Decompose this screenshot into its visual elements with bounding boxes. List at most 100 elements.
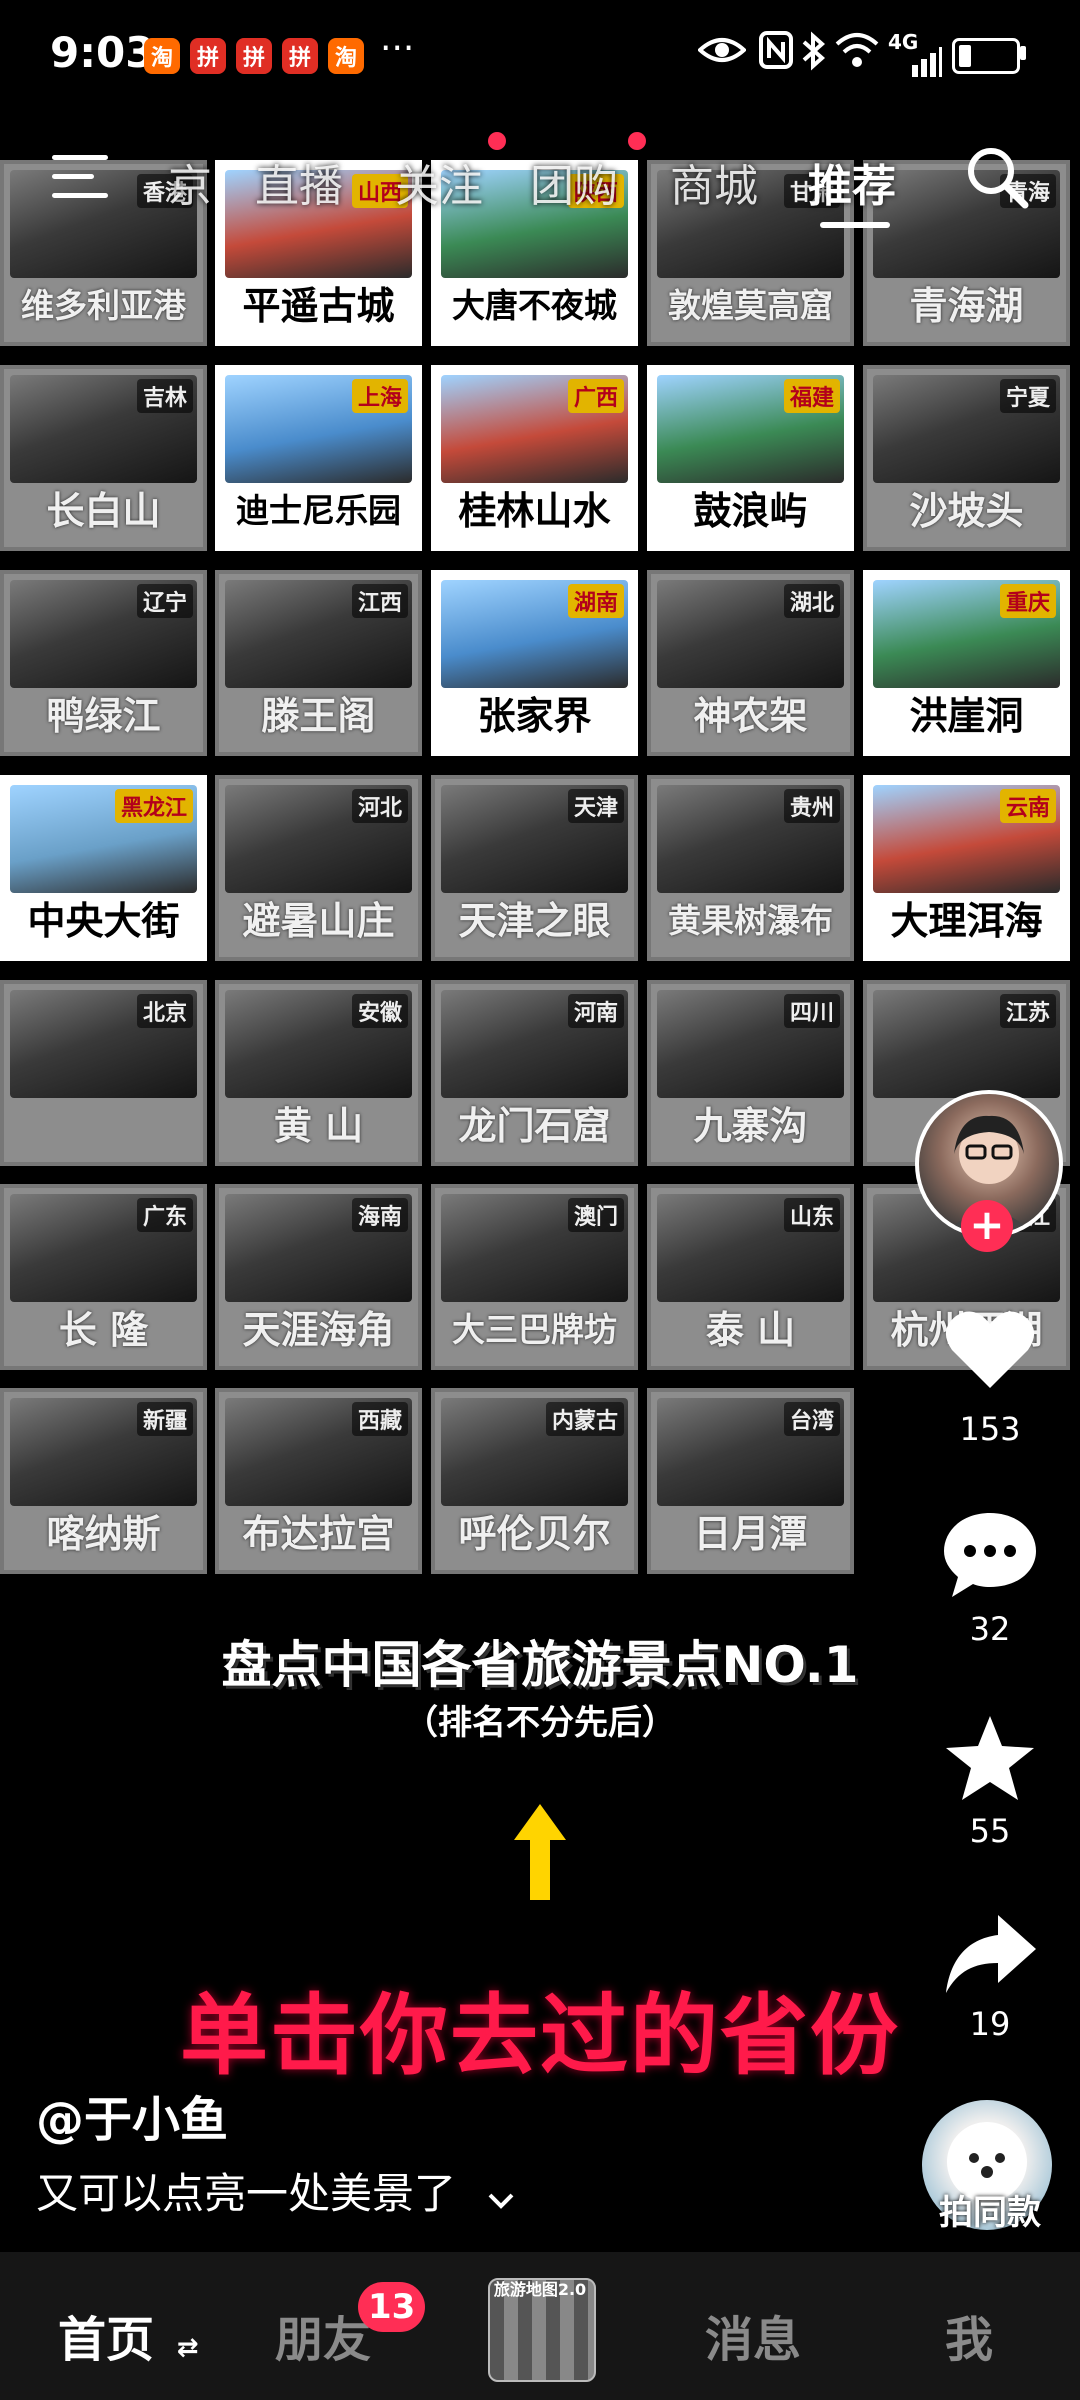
tab-jing[interactable]: 京 bbox=[168, 150, 212, 214]
scenic-spot-tile[interactable]: 广西 桂林山水 bbox=[431, 365, 638, 551]
scenic-spot-name: 滕王阁 bbox=[261, 694, 376, 738]
scenic-spot-name: 布达拉宫 bbox=[242, 1512, 395, 1556]
scenic-spot-tile[interactable]: 上海迪士尼乐园 bbox=[215, 365, 422, 551]
scenic-spot-tile[interactable]: 重庆 洪崖洞 bbox=[863, 570, 1070, 756]
scenic-spot-name: 长白山 bbox=[46, 489, 161, 533]
menu-icon[interactable] bbox=[52, 155, 108, 199]
scenic-spot-tile[interactable]: 新疆 喀纳斯 bbox=[0, 1388, 207, 1574]
nav-messages[interactable]: 消息 bbox=[705, 2300, 801, 2370]
scenic-spot-tile[interactable]: 海南 天涯海角 bbox=[215, 1184, 422, 1370]
scenic-spot-name bbox=[4, 1096, 203, 1156]
scenic-spot-name: 泰 山 bbox=[705, 1308, 796, 1352]
province-badge: 上海 bbox=[351, 379, 408, 413]
scenic-spot-tile[interactable]: 北京 bbox=[0, 980, 207, 1166]
search-icon[interactable] bbox=[965, 145, 1029, 209]
expand-chevron-icon[interactable] bbox=[487, 2172, 515, 2221]
follow-button[interactable]: + bbox=[961, 1200, 1013, 1252]
scenic-spot-name: 平遥古城 bbox=[242, 284, 395, 328]
video-subtitle-caption: （排名不分先后） bbox=[404, 1703, 676, 1743]
tab-mall[interactable]: 商城 bbox=[670, 150, 758, 214]
video-description-text: 又可以点亮一处美景了 bbox=[36, 2169, 457, 2218]
scenic-spot-name: 天涯海角 bbox=[242, 1308, 395, 1352]
province-badge: 内蒙古 bbox=[545, 1402, 624, 1436]
favorite-star-icon[interactable] bbox=[940, 1710, 1040, 1810]
switch-arrows-icon: ⇄ bbox=[176, 2333, 199, 2363]
scenic-spot-name: 大理洱海 bbox=[890, 899, 1043, 943]
scenic-spot-name: 青海湖 bbox=[909, 284, 1024, 328]
scenic-spot-name: 鸭绿江 bbox=[46, 694, 161, 738]
scenic-spot-tile[interactable]: 河南 龙门石窟 bbox=[431, 980, 638, 1166]
scenic-spot-tile[interactable]: 西藏布达拉宫 bbox=[215, 1388, 422, 1574]
scenic-spot-name: 沙坡头 bbox=[909, 489, 1024, 533]
scenic-spot-name: 迪士尼乐园 bbox=[236, 491, 401, 530]
province-badge: 吉林 bbox=[136, 379, 193, 413]
province-badge: 湖南 bbox=[567, 584, 624, 618]
tab-recommend[interactable]: 推荐 bbox=[808, 150, 896, 214]
scenic-spot-name: 九寨沟 bbox=[693, 1104, 808, 1148]
scenic-spot-name: 洪崖洞 bbox=[909, 694, 1024, 738]
share-icon[interactable] bbox=[940, 1905, 1040, 2005]
scenic-spot-tile[interactable]: 江西滕王阁 bbox=[215, 570, 422, 756]
eye-icon bbox=[697, 30, 747, 79]
scenic-spot-name: 大唐不夜城 bbox=[452, 286, 617, 325]
tab-live[interactable]: 直播 bbox=[255, 150, 343, 214]
province-badge: 西藏 bbox=[351, 1402, 408, 1436]
notification-app-icon: 淘 bbox=[328, 38, 364, 74]
scenic-spot-tile[interactable]: 云南大理洱海 bbox=[863, 775, 1070, 961]
author-name[interactable]: @于小鱼 bbox=[36, 2080, 228, 2150]
nav-home-label: 首页 bbox=[58, 2312, 155, 2368]
center-thumbnail-title: 旅游地图2.0 bbox=[493, 2280, 587, 2299]
nav-home[interactable]: 首页 ⇄ bbox=[58, 2300, 199, 2370]
province-badge: 山东 bbox=[783, 1198, 840, 1232]
province-badge: 云南 bbox=[999, 789, 1056, 823]
province-badge: 宁夏 bbox=[999, 379, 1056, 413]
province-badge: 江西 bbox=[351, 584, 408, 618]
province-badge: 北京 bbox=[136, 994, 193, 1028]
same-style-label[interactable]: 拍同款 bbox=[915, 2185, 1065, 2234]
nav-friends[interactable]: 朋友 bbox=[275, 2300, 371, 2370]
scenic-spot-name: 长 隆 bbox=[58, 1308, 149, 1352]
scenic-spot-tile[interactable]: 辽宁 鸭绿江 bbox=[0, 570, 207, 756]
scenic-spot-tile[interactable]: 台湾 日月潭 bbox=[647, 1388, 854, 1574]
scenic-spot-name: 天津之眼 bbox=[458, 899, 611, 943]
favorite-count: 55 bbox=[969, 1812, 1011, 1850]
scenic-spot-name: 鼓浪屿 bbox=[693, 489, 808, 533]
scenic-spots-grid: 香港 维多利亚港 山西 平遥古城 陕西 大唐不夜城 甘肃 敦煌莫高窟 青海 青海湖 吉林 长白山 上海迪… bbox=[0, 160, 1080, 1585]
battery-icon bbox=[952, 38, 1020, 74]
scenic-spot-tile[interactable]: 黑龙江 中央大街 bbox=[0, 775, 207, 961]
scenic-spot-tile[interactable]: 广东长 隆 bbox=[0, 1184, 207, 1370]
scenic-spot-tile[interactable]: 四川 九寨沟 bbox=[647, 980, 854, 1166]
video-description[interactable]: 又可以点亮一处美景了 bbox=[36, 2160, 515, 2221]
like-count: 153 bbox=[959, 1410, 1021, 1448]
comment-icon[interactable] bbox=[940, 1505, 1040, 1605]
scenic-spot-tile[interactable]: 天津 天津之眼 bbox=[431, 775, 638, 961]
province-badge: 河南 bbox=[567, 994, 624, 1028]
scenic-spot-tile[interactable]: 湖北 神农架 bbox=[647, 570, 854, 756]
nav-me[interactable]: 我 bbox=[945, 2300, 993, 2370]
province-badge: 安徽 bbox=[351, 994, 408, 1028]
scenic-spot-tile[interactable]: 澳门 大三巴牌坊 bbox=[431, 1184, 638, 1370]
scenic-spot-tile[interactable]: 湖南 张家界 bbox=[431, 570, 638, 756]
scenic-spot-tile[interactable]: 贵州 黄果树瀑布 bbox=[647, 775, 854, 961]
nfc-icon bbox=[758, 30, 794, 79]
notification-app-icon: 拼 bbox=[282, 38, 318, 74]
like-icon[interactable] bbox=[940, 1300, 1040, 1400]
scenic-spot-tile[interactable]: 福建 鼓浪屿 bbox=[647, 365, 854, 551]
group-buy-dot bbox=[628, 132, 646, 150]
scenic-spot-tile[interactable]: 宁夏沙坡头 bbox=[863, 365, 1070, 551]
province-badge: 澳门 bbox=[567, 1198, 624, 1232]
wifi-icon bbox=[834, 30, 880, 79]
tab-following[interactable]: 关注 bbox=[395, 150, 483, 214]
scenic-spot-tile[interactable]: 安徽黄 山 bbox=[215, 980, 422, 1166]
scenic-spot-name: 避暑山庄 bbox=[242, 899, 395, 943]
tab-group-buy[interactable]: 团购 bbox=[530, 150, 618, 214]
scenic-spot-tile[interactable]: 山东泰 山 bbox=[647, 1184, 854, 1370]
province-badge: 台湾 bbox=[783, 1402, 840, 1436]
scenic-spot-tile[interactable]: 内蒙古 呼伦贝尔 bbox=[431, 1388, 638, 1574]
video-title-caption: 盘点中国各省旅游景点NO.1 bbox=[221, 1636, 859, 1694]
scenic-spot-tile[interactable]: 河北 避暑山庄 bbox=[215, 775, 422, 961]
scenic-spot-name: 神农架 bbox=[693, 694, 808, 738]
province-badge: 广西 bbox=[567, 379, 624, 413]
scenic-spot-tile[interactable]: 吉林长白山 bbox=[0, 365, 207, 551]
signal-icon bbox=[888, 46, 942, 86]
